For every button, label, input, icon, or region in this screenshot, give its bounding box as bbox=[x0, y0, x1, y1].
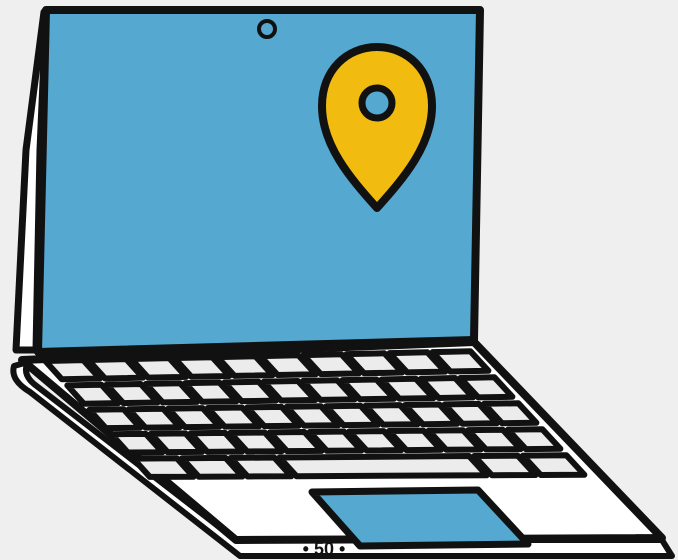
page-number: • 50 • bbox=[302, 539, 346, 559]
keyboard-key bbox=[276, 453, 490, 480]
illustration-stage: • 50 • bbox=[0, 0, 678, 560]
laptop-icon bbox=[10, 6, 675, 559]
